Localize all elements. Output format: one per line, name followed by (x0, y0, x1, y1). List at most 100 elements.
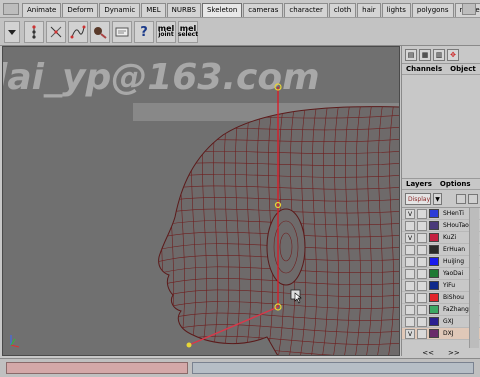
layer-color-swatch[interactable] (429, 293, 439, 302)
layer-color-swatch[interactable] (429, 245, 439, 254)
layer-nav: << >> (402, 348, 480, 358)
layer-visibility-toggle[interactable]: V (405, 328, 415, 339)
layer-name: YiFu (443, 282, 456, 289)
layer-color-swatch[interactable] (429, 209, 439, 218)
ik-spline-icon (70, 25, 86, 39)
tab-lights[interactable]: lights (381, 3, 411, 17)
shelf-options-button[interactable] (4, 21, 20, 43)
channel-box-icon[interactable]: ▤ (405, 48, 417, 61)
prev-layer-button[interactable]: << (422, 348, 434, 358)
layer-visibility-toggle[interactable]: V (405, 208, 415, 219)
layer-reference-toggle[interactable] (417, 304, 427, 315)
new-layer-selected-icon[interactable] (468, 193, 478, 204)
shelf-menu-button[interactable] (3, 3, 19, 15)
layer-visibility-toggle[interactable] (405, 244, 415, 255)
layer-name: YaoDai (443, 270, 464, 277)
ik-handle-tool[interactable] (46, 21, 66, 43)
perspective-viewport[interactable]: lai_yp@163.com (2, 46, 400, 356)
tab-dynamic[interactable]: Dynamic (99, 3, 141, 17)
shelf-tab-bar: Animate Deform Dynamic MEL NURBS Skeleton came… (0, 0, 480, 18)
layer-visibility-toggle[interactable] (405, 292, 415, 303)
layer-reference-toggle[interactable] (417, 292, 427, 303)
layer-color-swatch[interactable] (429, 329, 439, 338)
layer-color-swatch[interactable] (429, 221, 439, 230)
layer-visibility-toggle[interactable] (405, 256, 415, 267)
next-layer-button[interactable]: >> (448, 348, 460, 358)
attribute-icon[interactable]: ▥ (433, 48, 445, 61)
shelf-scroll-button[interactable] (462, 3, 476, 15)
options-menu[interactable]: Options (440, 179, 471, 189)
new-layer-icon[interactable] (456, 193, 466, 204)
tab-deform[interactable]: Deform (62, 3, 99, 17)
layer-visibility-toggle[interactable] (405, 316, 415, 327)
layers-menu[interactable]: Layers (406, 179, 432, 189)
shelf: ? mel joint mel select (0, 18, 480, 46)
tab-hair[interactable]: hair (357, 3, 381, 17)
layer-reference-toggle[interactable] (417, 256, 427, 267)
object-menu[interactable]: Object (450, 64, 476, 74)
mel-select-label: select (177, 31, 199, 38)
panel-toolbar: ▤ ▦ ▥ ✥ (402, 46, 480, 64)
layer-name: KuZi (443, 234, 457, 241)
layers-menu-bar: Layers Options (402, 179, 480, 190)
channels-menu-bar: Channels Object (402, 64, 480, 75)
layer-color-swatch[interactable] (429, 233, 439, 242)
tab-nurbs[interactable]: NURBS (166, 3, 201, 17)
tab-animate[interactable]: Animate (22, 3, 62, 17)
layer-reference-toggle[interactable] (417, 232, 427, 243)
tab-polygons[interactable]: polygons (411, 3, 454, 17)
paint-weights-tool[interactable] (90, 21, 110, 43)
tool-settings-icon[interactable]: ✥ (447, 48, 459, 61)
channel-layer-panel: ▤ ▦ ▥ ✥ Channels Object Layers Options D… (401, 46, 480, 358)
layer-name: HuiJing (443, 258, 465, 265)
tab-cloth[interactable]: cloth (328, 3, 357, 17)
layer-color-swatch[interactable] (429, 305, 439, 314)
axis-gizmo-icon (10, 335, 20, 348)
layer-scrollbar[interactable] (469, 208, 479, 348)
layer-editor-icon[interactable]: ▦ (419, 48, 431, 61)
layer-reference-toggle[interactable] (417, 208, 427, 219)
mel-joint-button[interactable]: mel joint (156, 21, 176, 43)
tab-mel[interactable]: MEL (141, 3, 166, 17)
layer-color-swatch[interactable] (429, 281, 439, 290)
display-dropdown[interactable]: Display (405, 192, 431, 205)
layer-name: ErHuan (443, 246, 466, 253)
layer-color-swatch[interactable] (429, 269, 439, 278)
layer-list: V SHenTi SHouTao V KuZi ErHuan HuiJing YaoDai Yi… (402, 208, 480, 348)
svg-text:lai_yp@163.com: lai_yp@163.com (3, 57, 320, 98)
layer-reference-toggle[interactable] (417, 220, 427, 231)
layer-visibility-toggle[interactable] (405, 304, 415, 315)
tab-character[interactable]: character (284, 3, 328, 17)
layer-name: GXJ (443, 318, 454, 325)
layer-visibility-toggle[interactable] (405, 280, 415, 291)
layer-name: DXJ (443, 330, 454, 337)
layer-color-swatch[interactable] (429, 317, 439, 326)
tab-skeleton[interactable]: Skeleton (201, 3, 243, 17)
help-button[interactable]: ? (134, 21, 154, 43)
ik-spline-tool[interactable] (68, 21, 88, 43)
shelf-tabs: Animate Deform Dynamic MEL NURBS Skeleton came… (22, 3, 480, 18)
layer-visibility-toggle[interactable]: V (405, 232, 415, 243)
layer-reference-toggle[interactable] (417, 244, 427, 255)
mel-select-button[interactable]: mel select (178, 21, 198, 43)
layer-reference-toggle[interactable] (417, 268, 427, 279)
joint-tool[interactable] (24, 21, 44, 43)
channels-menu[interactable]: Channels (406, 64, 442, 74)
joint-icon (32, 25, 36, 39)
dropdown-arrow-icon[interactable]: ▼ (433, 192, 442, 205)
command-feedback-line (192, 362, 474, 374)
question-icon: ? (140, 24, 148, 40)
layer-reference-toggle[interactable] (417, 316, 427, 327)
layer-reference-toggle[interactable] (417, 280, 427, 291)
head-wireframe (158, 106, 399, 355)
layer-color-swatch[interactable] (429, 257, 439, 266)
layer-visibility-toggle[interactable] (405, 220, 415, 231)
layer-name: FaZhang (443, 306, 469, 313)
component-editor[interactable] (112, 21, 132, 43)
layer-visibility-toggle[interactable] (405, 268, 415, 279)
layer-reference-toggle[interactable] (417, 328, 427, 339)
mel-command-line[interactable] (6, 362, 188, 374)
ik-handle-icon (50, 26, 62, 38)
tab-cameras[interactable]: cameras (243, 3, 284, 17)
paint-brush-icon (94, 27, 107, 39)
